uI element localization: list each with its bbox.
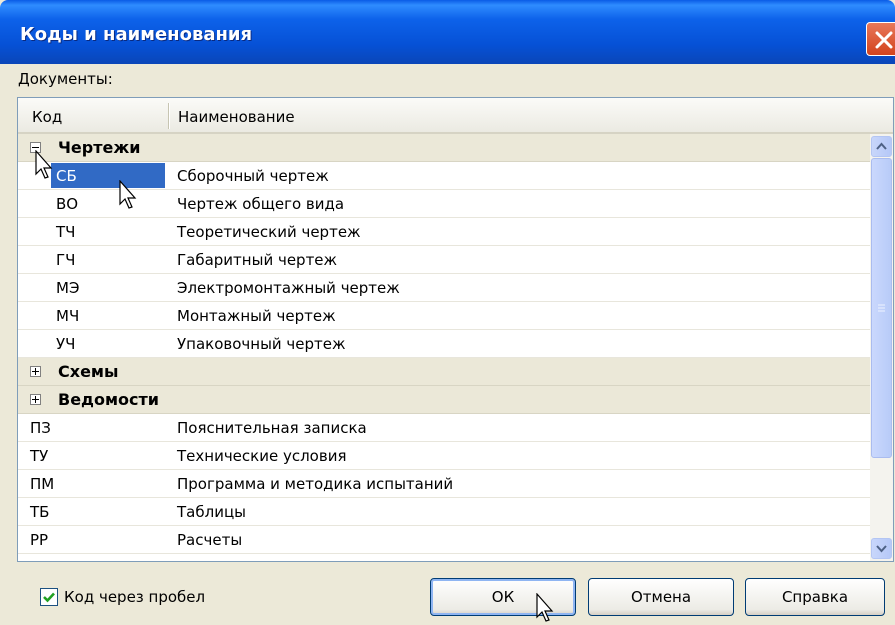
- item-name: Программа и методика испытаний: [177, 475, 454, 493]
- item-name: Технические условия: [177, 447, 347, 465]
- list-item[interactable]: МЧ Монтажный чертеж: [18, 302, 870, 330]
- group-row-statements[interactable]: Ведомости: [18, 386, 870, 414]
- list-item[interactable]: ТУ Технические условия: [18, 442, 870, 470]
- documents-label: Документы:: [18, 70, 113, 88]
- item-name: Расчеты: [177, 531, 243, 549]
- list-item[interactable]: ТБ Таблицы: [18, 498, 870, 526]
- item-name: Электромонтажный чертеж: [177, 279, 400, 297]
- vertical-scrollbar[interactable]: [870, 134, 893, 561]
- item-code: СБ: [56, 167, 77, 185]
- item-code: ВО: [56, 195, 79, 213]
- item-name: Таблицы: [177, 503, 246, 521]
- list-item[interactable]: ТЧ Теоретический чертеж: [18, 218, 870, 246]
- grip-icon: [878, 304, 885, 312]
- list-header: Код Наименование: [18, 98, 893, 134]
- checkmark-icon: [43, 592, 55, 603]
- item-name: Чертеж общего вида: [177, 195, 345, 213]
- expand-icon[interactable]: [30, 366, 41, 377]
- chevron-down-icon: [876, 545, 887, 553]
- item-code: МЧ: [56, 307, 80, 325]
- list-item[interactable]: ГЧ Габаритный чертеж: [18, 246, 870, 274]
- documents-list[interactable]: Код Наименование Чертежи СБ Сборочный че…: [17, 97, 894, 562]
- item-name: Упаковочный чертеж: [177, 335, 346, 353]
- item-name: Пояснительная записка: [177, 419, 367, 437]
- scroll-up-button[interactable]: [871, 136, 892, 157]
- group-name: Схемы: [58, 362, 119, 381]
- item-name: Габаритный чертеж: [177, 251, 338, 269]
- list-item[interactable]: МЭ Электромонтажный чертеж: [18, 274, 870, 302]
- list-item[interactable]: РР Расчеты: [18, 526, 870, 554]
- cancel-button[interactable]: Отмена: [588, 578, 734, 616]
- column-divider[interactable]: [168, 103, 170, 129]
- chevron-up-icon: [876, 142, 887, 150]
- column-header-name[interactable]: Наименование: [178, 108, 295, 126]
- scroll-thumb[interactable]: [871, 158, 892, 458]
- item-code: МЭ: [56, 279, 80, 297]
- mouse-cursor-icon: [119, 180, 137, 209]
- item-code: ТЧ: [56, 223, 76, 241]
- close-icon: [875, 31, 893, 49]
- scroll-down-button[interactable]: [871, 538, 892, 559]
- group-name: Ведомости: [58, 390, 159, 409]
- help-button[interactable]: Справка: [745, 578, 885, 616]
- mouse-cursor-icon: [35, 150, 53, 179]
- code-with-space-checkbox[interactable]: [40, 588, 58, 606]
- code-with-space-label[interactable]: Код через пробел: [64, 588, 205, 606]
- list-item[interactable]: СБ Сборочный чертеж: [18, 162, 870, 190]
- item-code: РР: [30, 531, 49, 549]
- item-code: ГЧ: [56, 251, 76, 269]
- list-item[interactable]: УЧ Упаковочный чертеж: [18, 330, 870, 358]
- list-item[interactable]: ВО Чертеж общего вида: [18, 190, 870, 218]
- expand-icon[interactable]: [30, 394, 41, 405]
- window-title: Коды и наименования: [20, 24, 253, 45]
- item-code: ТБ: [30, 503, 50, 521]
- group-row-schemes[interactable]: Схемы: [18, 358, 870, 386]
- item-code: ПМ: [30, 475, 55, 493]
- item-code: УЧ: [56, 335, 76, 353]
- item-code: ПЗ: [30, 419, 51, 437]
- close-button[interactable]: [866, 22, 895, 56]
- group-name: Чертежи: [58, 138, 141, 157]
- list-item[interactable]: ПМ Программа и методика испытаний: [18, 470, 870, 498]
- list-item[interactable]: ПЗ Пояснительная записка: [18, 414, 870, 442]
- column-header-code[interactable]: Код: [32, 108, 62, 126]
- title-bar[interactable]: Коды и наименования: [0, 0, 895, 64]
- item-name: Монтажный чертеж: [177, 307, 336, 325]
- item-name: Сборочный чертеж: [177, 167, 329, 185]
- item-code: ТУ: [30, 447, 49, 465]
- group-row-drawings[interactable]: Чертежи: [18, 134, 870, 162]
- item-name: Теоретический чертеж: [177, 223, 361, 241]
- mouse-cursor-icon: [536, 593, 554, 622]
